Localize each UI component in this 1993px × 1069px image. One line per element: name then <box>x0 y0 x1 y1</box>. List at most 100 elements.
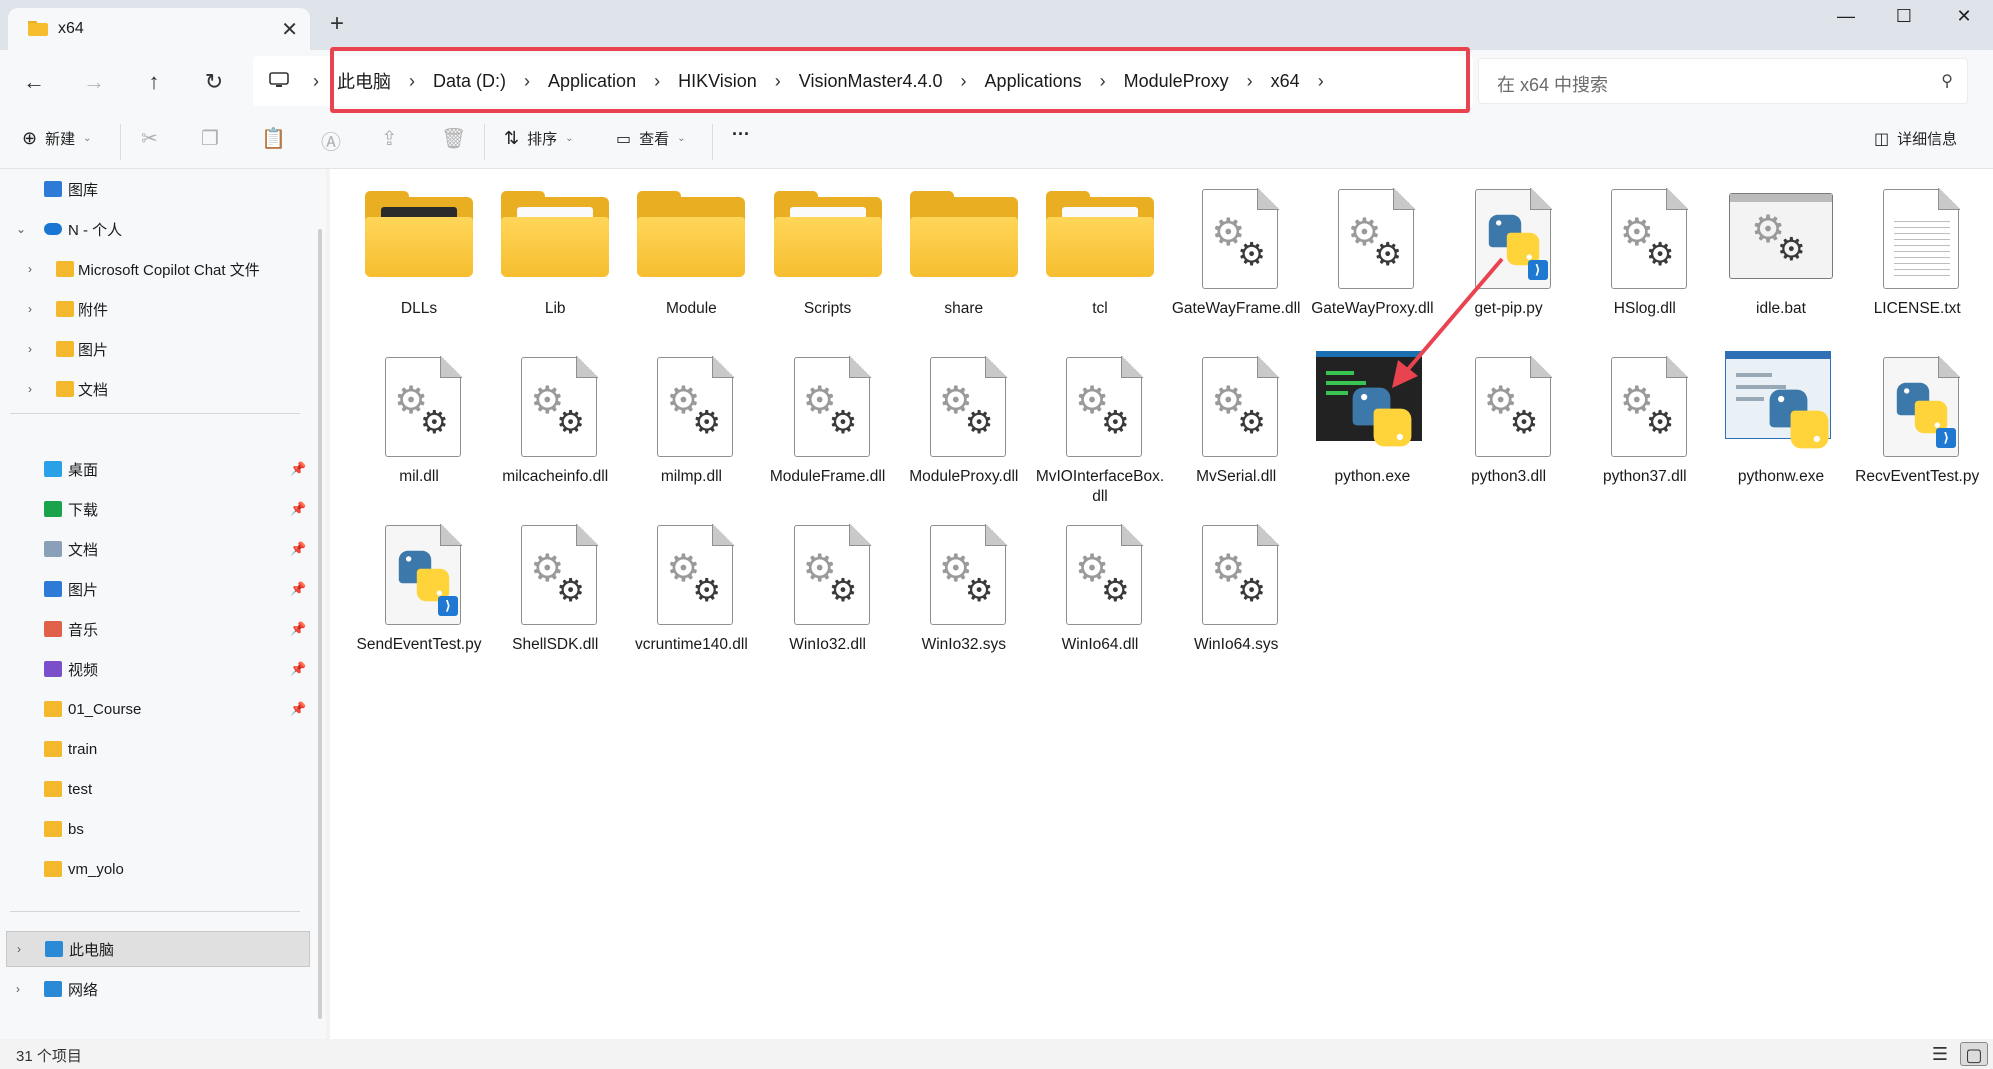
new-button[interactable]: ⊕ 新建 ⌄ <box>22 128 92 149</box>
sidebar-item[interactable]: vm_yolo <box>0 851 310 887</box>
search-box[interactable]: 在 x64 中搜索 ⚲ <box>1478 58 1968 104</box>
file-item[interactable]: ⚙ ⚙ ModuleFrame.dll <box>763 351 893 487</box>
pin-icon[interactable]: 📌 <box>290 661 306 677</box>
chevron-right-icon[interactable]: › <box>28 302 32 316</box>
sidebar-item[interactable]: 视频 📌 <box>0 651 310 687</box>
sidebar-item[interactable]: 图库 <box>0 171 310 207</box>
sidebar-item[interactable]: 下载 📌 <box>0 491 310 527</box>
file-item[interactable]: ⚙ ⚙ MvIOInterfaceBox.dll <box>1035 351 1165 507</box>
breadcrumb-item[interactable]: VisionMaster4.4.0 <box>799 71 943 92</box>
pin-icon[interactable]: 📌 <box>290 581 306 597</box>
chevron-right-icon[interactable]: › <box>28 382 32 396</box>
sidebar-item[interactable]: › 附件 <box>0 291 310 327</box>
file-item[interactable]: ⚙ ⚙ WinIo32.dll <box>763 519 893 655</box>
sidebar-item[interactable]: 文档 📌 <box>0 531 310 567</box>
pin-icon[interactable]: 📌 <box>290 501 306 517</box>
forward-button[interactable]: → <box>76 64 112 100</box>
breadcrumb-item[interactable]: HIKVision <box>678 71 757 92</box>
file-item[interactable]: ⚙ ⚙ ShellSDK.dll <box>490 519 620 655</box>
breadcrumb-separator-icon[interactable]: › <box>524 71 530 92</box>
breadcrumb-item[interactable]: x64 <box>1271 71 1300 92</box>
address-bar[interactable]: › 此电脑 › Data (D:) › Application › HIKVision › Vis… <box>253 56 1473 106</box>
file-item[interactable]: DLLs <box>354 183 484 319</box>
sidebar-item[interactable]: bs <box>0 811 310 847</box>
copy-icon[interactable]: ❐ <box>201 126 219 151</box>
breadcrumb-item[interactable]: Applications <box>985 71 1082 92</box>
breadcrumb-separator-icon[interactable]: › <box>961 71 967 92</box>
breadcrumb-separator-icon[interactable]: › <box>654 71 660 92</box>
sidebar-scrollbar[interactable] <box>318 229 322 1019</box>
more-options-button[interactable]: ··· <box>732 124 750 145</box>
up-button[interactable]: ↑ <box>136 64 172 100</box>
sidebar-item[interactable]: ⌄ N - 个人 <box>0 211 310 247</box>
breadcrumb-separator-icon[interactable]: › <box>409 71 415 92</box>
breadcrumb-item[interactable]: Application <box>548 71 636 92</box>
chevron-right-icon[interactable]: › <box>28 262 32 276</box>
file-item[interactable]: Module <box>626 183 756 319</box>
sidebar-item[interactable]: 桌面 📌 <box>0 451 310 487</box>
maximize-button[interactable]: ☐ <box>1884 6 1924 27</box>
tab-close-icon[interactable]: ✕ <box>281 17 298 42</box>
new-tab-button[interactable]: + <box>330 12 344 36</box>
sidebar-item[interactable]: 01_Course 📌 <box>0 691 310 727</box>
breadcrumb-separator-icon[interactable]: › <box>1318 71 1324 92</box>
file-item[interactable]: ⟩ RecvEventTest.py <box>1852 351 1982 487</box>
file-item[interactable]: ⟩ SendEventTest.py <box>354 519 484 655</box>
sidebar-item[interactable]: › 此电脑 <box>6 931 310 967</box>
file-item[interactable]: share <box>899 183 1029 319</box>
back-button[interactable]: ← <box>16 64 52 100</box>
breadcrumb-item[interactable]: ModuleProxy <box>1124 71 1229 92</box>
file-item[interactable]: python.exe <box>1307 351 1437 487</box>
breadcrumb-separator-icon[interactable]: › <box>775 71 781 92</box>
chevron-right-icon[interactable]: › <box>17 942 21 956</box>
file-item[interactable]: ⟩ get-pip.py <box>1444 183 1574 319</box>
sort-button[interactable]: ⇅ 排序 ⌄ <box>504 128 574 149</box>
file-item[interactable]: ⚙ ⚙ python37.dll <box>1580 351 1710 487</box>
file-item[interactable]: ⚙ ⚙ ModuleProxy.dll <box>899 351 1029 487</box>
minimize-button[interactable]: — <box>1826 6 1866 27</box>
refresh-button[interactable]: ↻ <box>196 64 232 100</box>
chevron-down-icon[interactable]: ⌄ <box>16 222 26 236</box>
chevron-right-icon[interactable]: › <box>28 342 32 356</box>
view-button[interactable]: ▭ 查看 ⌄ <box>616 128 686 149</box>
breadcrumb-separator-icon[interactable]: › <box>1247 71 1253 92</box>
file-item[interactable]: pythonw.exe <box>1716 351 1846 487</box>
sidebar-item[interactable]: › 网络 <box>0 971 310 1007</box>
file-item[interactable]: ⚙ ⚙ idle.bat <box>1716 183 1846 319</box>
chevron-right-icon[interactable]: › <box>16 982 20 996</box>
details-view-icon[interactable]: ☰ <box>1926 1042 1954 1066</box>
file-item[interactable]: Lib <box>490 183 620 319</box>
sidebar-item[interactable]: › Microsoft Copilot Chat 文件 <box>0 251 310 287</box>
sidebar-item[interactable]: 音乐 📌 <box>0 611 310 647</box>
file-item[interactable]: ⚙ ⚙ WinIo32.sys <box>899 519 1029 655</box>
file-item[interactable]: ⚙ ⚙ GateWayFrame.dll <box>1171 183 1301 319</box>
file-item[interactable]: ⚙ ⚙ vcruntime140.dll <box>626 519 756 655</box>
file-item[interactable]: ⚙ ⚙ MvSerial.dll <box>1171 351 1301 487</box>
paste-icon[interactable]: 📋 <box>261 126 286 151</box>
sidebar-item[interactable]: 图片 📌 <box>0 571 310 607</box>
sidebar-item[interactable]: test <box>0 771 310 807</box>
delete-icon[interactable]: 🗑 <box>441 126 466 151</box>
breadcrumb-item[interactable]: 此电脑 <box>337 68 391 94</box>
search-input[interactable]: 在 x64 中搜索 <box>1497 71 1608 97</box>
file-item[interactable]: Scripts <box>763 183 893 319</box>
file-item[interactable]: tcl <box>1035 183 1165 319</box>
rename-icon[interactable]: Ⓐ <box>321 126 341 155</box>
pin-icon[interactable]: 📌 <box>290 541 306 557</box>
pin-icon[interactable]: 📌 <box>290 701 306 717</box>
file-item[interactable]: ⚙ ⚙ WinIo64.sys <box>1171 519 1301 655</box>
file-item[interactable]: ⚙ ⚙ milmp.dll <box>626 351 756 487</box>
breadcrumb-separator-icon[interactable]: › <box>1100 71 1106 92</box>
tab-x64[interactable]: x64 ✕ <box>8 8 310 50</box>
breadcrumb-separator-icon[interactable]: › <box>313 71 319 92</box>
breadcrumb-item[interactable]: Data (D:) <box>433 71 506 92</box>
share-icon[interactable]: ⇪ <box>381 126 398 151</box>
pin-icon[interactable]: 📌 <box>290 621 306 637</box>
file-item[interactable]: ⚙ ⚙ GateWayProxy.dll <box>1307 183 1437 319</box>
sidebar-item[interactable]: › 图片 <box>0 331 310 367</box>
file-item[interactable]: LICENSE.txt <box>1852 183 1982 319</box>
pin-icon[interactable]: 📌 <box>290 461 306 477</box>
large-icons-view-icon[interactable]: ▢ <box>1960 1042 1988 1066</box>
sidebar-item[interactable]: › 文档 <box>0 371 310 407</box>
file-item[interactable]: ⚙ ⚙ mil.dll <box>354 351 484 487</box>
